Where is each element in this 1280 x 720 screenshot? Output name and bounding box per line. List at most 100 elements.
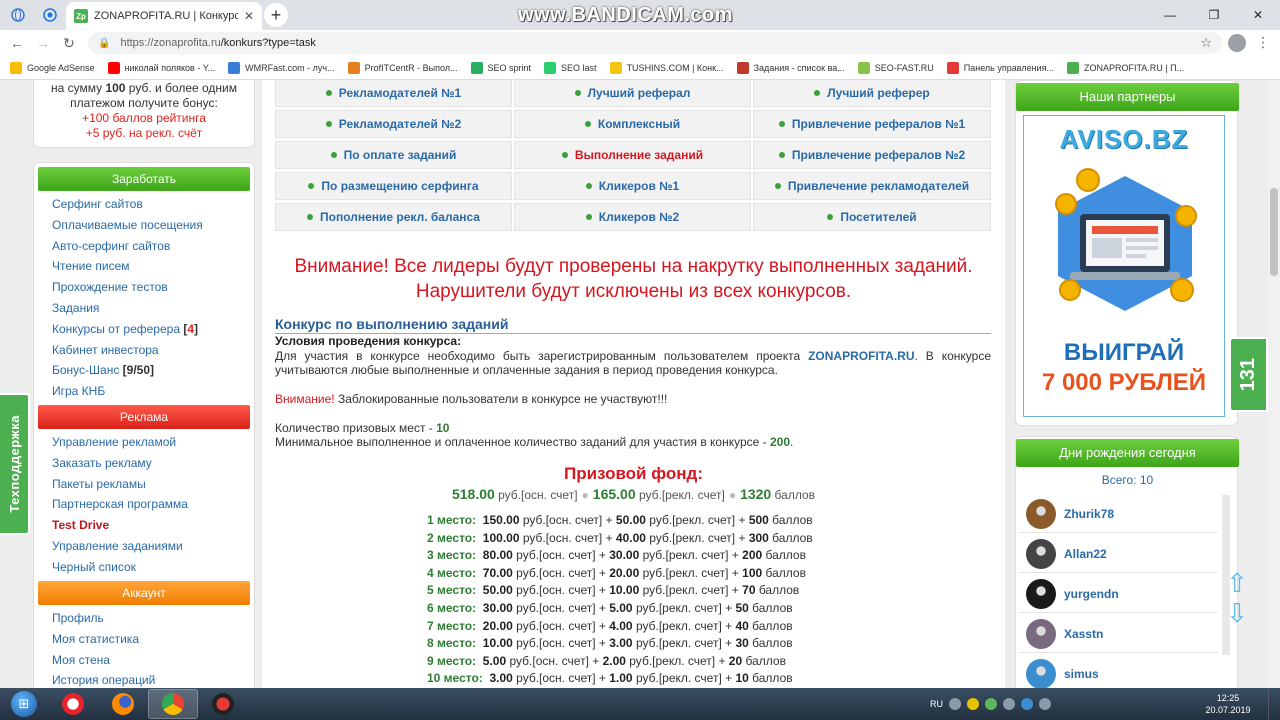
contest-label: По оплате заданий	[343, 148, 457, 162]
birthday-user[interactable]: simus	[1020, 655, 1218, 688]
menu-item-test-drive[interactable]: Test Drive	[52, 518, 109, 532]
menu-item[interactable]: Пакеты рекламы	[52, 477, 146, 491]
scrollbar-thumb[interactable]	[1270, 188, 1278, 276]
menu-item[interactable]: Моя статистика	[52, 632, 139, 646]
menu-item[interactable]: Управление рекламой	[52, 435, 176, 449]
bookmark-item[interactable]: Google AdSense	[10, 61, 95, 74]
menu-section-account[interactable]: Аккаунт	[38, 581, 250, 605]
birthday-user[interactable]: Zhurik78	[1020, 495, 1218, 533]
bookmark-item[interactable]: SEO-FAST.RU	[857, 61, 934, 74]
contest-link[interactable]: Выполнение заданий	[514, 141, 751, 169]
bookmark-item[interactable]: SEO last	[544, 61, 597, 74]
contest-link[interactable]: Лучший реферер	[753, 80, 991, 107]
user-name[interactable]: Xasstn	[1064, 627, 1103, 641]
contest-link[interactable]: Рекламодателей №2	[275, 110, 512, 138]
menu-item[interactable]: Задания	[52, 301, 99, 315]
taskbar-bandicam[interactable]	[198, 689, 248, 719]
birthday-user[interactable]: yurgendn	[1020, 575, 1218, 613]
tray-app-icon[interactable]	[967, 698, 979, 710]
menu-section-earn[interactable]: Заработать	[38, 167, 250, 191]
pinned-tab-target[interactable]	[38, 4, 62, 26]
close-window-icon[interactable]: ✕	[1236, 0, 1280, 30]
minimize-icon[interactable]: —	[1148, 0, 1192, 30]
tab-zonaprofita[interactable]: Zp ZONAPROFITA.RU | Конкурсы ✕	[66, 2, 262, 30]
menu-item[interactable]: Партнерская программа	[52, 497, 188, 511]
birthday-user[interactable]: Allan22	[1020, 535, 1218, 573]
contest-link[interactable]: Комплексный	[514, 110, 751, 138]
bookmark-item[interactable]: SEO sprint	[470, 61, 531, 74]
menu-item[interactable]: Заказать рекламу	[52, 456, 152, 470]
contest-link[interactable]: Рекламодателей №1	[275, 80, 512, 107]
menu-item[interactable]: Серфинг сайтов	[52, 197, 143, 211]
contest-link[interactable]: По оплате заданий	[275, 141, 512, 169]
contest-link[interactable]: Привлечение рефералов №1	[753, 110, 991, 138]
menu-item-bonus-chance[interactable]: Бонус-Шанс [9/50]	[52, 363, 154, 377]
support-tab[interactable]: Техподдержка	[0, 393, 30, 535]
aviso-banner[interactable]: AVISO.BZ ВЫИГРАЙ 7 000 РУБЛЕЙ	[1023, 115, 1225, 417]
pinned-tab-globe[interactable]	[6, 4, 30, 26]
tray-volume-icon[interactable]	[1003, 698, 1015, 710]
back-icon[interactable]: ←	[4, 30, 30, 56]
taskbar-firefox[interactable]	[98, 689, 148, 719]
taskbar-opera[interactable]	[48, 689, 98, 719]
menu-section-ads[interactable]: Реклама	[38, 405, 250, 429]
contest-link[interactable]: Посетителей	[753, 203, 991, 231]
bookmark-item[interactable]: Задания - список ва...	[736, 61, 845, 74]
contest-link[interactable]: Лучший реферал	[514, 80, 751, 107]
menu-item-knb[interactable]: Игра КНБ	[52, 384, 105, 398]
bookmark-star-icon[interactable]: ☆	[1200, 35, 1212, 51]
tray-update-icon[interactable]	[1021, 698, 1033, 710]
page-scrollbar[interactable]	[1268, 80, 1280, 688]
contest-link[interactable]: Пополнение рекл. баланса	[275, 203, 512, 231]
tray-record-icon[interactable]	[949, 698, 961, 710]
menu-item-investor[interactable]: Кабинет инвестора	[52, 343, 159, 357]
prize-ads: 10.00	[609, 583, 640, 598]
taskbar-chrome[interactable]	[148, 689, 198, 719]
profile-avatar-icon[interactable]	[1228, 34, 1246, 52]
menu-item[interactable]: Управление заданиями	[52, 539, 183, 553]
restore-icon[interactable]: ❐	[1192, 0, 1236, 30]
contest-link[interactable]: Кликеров №1	[514, 172, 751, 200]
contest-link[interactable]: По размещению серфинга	[275, 172, 512, 200]
menu-item[interactable]: Прохождение тестов	[52, 280, 168, 294]
new-tab-button[interactable]: +	[264, 3, 288, 27]
contest-link[interactable]: Привлечение рекламодателей	[753, 172, 991, 200]
birthday-user[interactable]: Xasstn	[1020, 615, 1218, 653]
forward-icon[interactable]: →	[30, 30, 56, 56]
tray-network-icon[interactable]	[985, 698, 997, 710]
user-name[interactable]: Zhurik78	[1064, 507, 1114, 521]
menu-item-referral-contests[interactable]: Конкурсы от реферера [4]	[52, 322, 198, 336]
bookmark-item[interactable]: николай поляков - Y...	[107, 61, 215, 74]
user-name[interactable]: yurgendn	[1064, 587, 1119, 601]
menu-item[interactable]: История операций	[52, 673, 155, 687]
url-input[interactable]: 🔒 https://zonaprofita.ru/konkurs?type=ta…	[88, 32, 1222, 54]
bookmark-item[interactable]: TUSHINS.COM | Конк...	[609, 61, 724, 74]
bookmark-item[interactable]: ZONAPROFITA.RU | П...	[1066, 61, 1184, 74]
menu-item[interactable]: Чтение писем	[52, 259, 130, 273]
bookmark-item[interactable]: ProfITCentR - Выпол...	[347, 61, 458, 74]
browser-menu-icon[interactable]: ⋮	[1256, 34, 1270, 51]
contest-link[interactable]: Кликеров №2	[514, 203, 751, 231]
show-desktop-button[interactable]	[1268, 688, 1280, 720]
online-counter-tab[interactable]: 131	[1229, 337, 1268, 412]
taskbar-clock[interactable]: 12:25 20.07.2019	[1205, 692, 1251, 716]
reload-icon[interactable]: ↻	[56, 30, 82, 56]
scroll-up-icon[interactable]: ⇧	[1224, 568, 1250, 598]
menu-item[interactable]: Профиль	[52, 611, 104, 625]
site-link[interactable]: ZONAPROFITA.RU	[808, 349, 914, 363]
contest-link[interactable]: Привлечение рефералов №2	[753, 141, 991, 169]
tray-flag-icon[interactable]	[1039, 698, 1051, 710]
menu-item[interactable]: Черный список	[52, 560, 136, 574]
language-indicator[interactable]: RU	[930, 699, 943, 709]
conditions-title: Условия проведения конкурса:	[275, 334, 462, 348]
tab-close-icon[interactable]: ✕	[244, 9, 254, 23]
user-name[interactable]: Allan22	[1064, 547, 1107, 561]
menu-item[interactable]: Оплачиваемые посещения	[52, 218, 203, 232]
bookmark-item[interactable]: Панель управления...	[946, 61, 1054, 74]
menu-item[interactable]: Авто-серфинг сайтов	[52, 239, 170, 253]
user-name[interactable]: simus	[1064, 667, 1099, 681]
start-button[interactable]: ⊞	[4, 690, 44, 718]
scroll-down-icon[interactable]: ⇩	[1224, 598, 1250, 628]
menu-item[interactable]: Моя стена	[52, 653, 110, 667]
bookmark-item[interactable]: WMRFast.com - луч...	[228, 61, 335, 74]
